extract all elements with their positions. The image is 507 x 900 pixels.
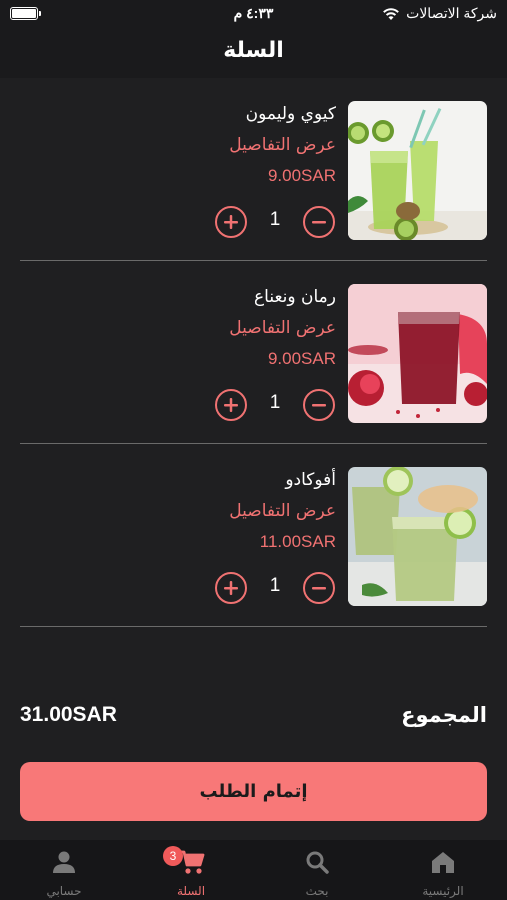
home-icon (432, 852, 454, 873)
tab-label: السلة (176, 884, 206, 898)
checkout-button[interactable]: إتمام الطلب (20, 762, 487, 821)
wifi-icon (382, 7, 400, 21)
cart-badge: 3 (163, 846, 183, 866)
item-info: كيوي وليمون عرض التفاصيل 9.00SAR (229, 100, 336, 192)
item-info: أفوكادو عرض التفاصيل 11.00SAR (229, 466, 336, 558)
cart-item: كيوي وليمون عرض التفاصيل 9.00SAR 1 (0, 78, 507, 261)
item-price: 11.00SAR (259, 532, 336, 551)
tab-bar: الرئيسية بحث 3 السلة حسابي (0, 840, 507, 900)
status-carrier: شركة الاتصالات (382, 5, 497, 22)
divider (20, 626, 487, 627)
quantity-stepper: 1 (215, 389, 335, 423)
total-value: 31.00SAR (20, 703, 117, 726)
page-title: السلة (223, 38, 284, 63)
tab-cart[interactable]: 3 السلة (141, 846, 241, 898)
plus-icon (224, 215, 238, 229)
search-icon (306, 851, 329, 874)
item-price: 9.00SAR (267, 166, 336, 185)
quantity-stepper: 1 (215, 206, 335, 240)
cart-item: رمان ونعناع عرض التفاصيل 9.00SAR 1 (0, 261, 507, 444)
tab-home[interactable]: الرئيسية (393, 846, 493, 898)
total-label: المجموع (401, 703, 487, 727)
increase-quantity-button[interactable] (215, 572, 247, 604)
header: السلة (0, 28, 507, 78)
plus-icon (224, 581, 238, 595)
total-row: المجموع 31.00SAR (20, 703, 487, 735)
carrier-name: شركة الاتصالات (406, 5, 497, 21)
kiwi-lemon-juice-image[interactable] (348, 101, 487, 240)
quantity-stepper: 1 (215, 572, 335, 606)
increase-quantity-button[interactable] (215, 206, 247, 238)
view-details-link[interactable]: عرض التفاصيل (229, 128, 336, 160)
avocado-juice-image[interactable] (348, 467, 487, 606)
tab-search[interactable]: بحث (267, 846, 367, 898)
status-bar: ٤:٣٣ م شركة الاتصالات (0, 0, 507, 28)
item-name: كيوي وليمون (245, 104, 336, 124)
item-info: رمان ونعناع عرض التفاصيل 9.00SAR (229, 283, 336, 375)
item-name: رمان ونعناع (254, 287, 336, 307)
tab-account[interactable]: حسابي (14, 846, 114, 898)
tab-label: حسابي (46, 884, 82, 898)
pomegranate-mint-juice-image[interactable] (348, 284, 487, 423)
view-details-link[interactable]: عرض التفاصيل (229, 311, 336, 343)
tab-label: الرئيسية (422, 884, 464, 898)
plus-icon (224, 398, 238, 412)
person-icon (53, 851, 75, 873)
increase-quantity-button[interactable] (215, 389, 247, 421)
item-name: أفوكادو (285, 470, 336, 490)
cart-item: أفوكادو عرض التفاصيل 11.00SAR 1 (0, 444, 507, 627)
cart-list: كيوي وليمون عرض التفاصيل 9.00SAR 1 رمان … (0, 78, 507, 627)
item-price: 9.00SAR (267, 349, 336, 368)
view-details-link[interactable]: عرض التفاصيل (229, 494, 336, 526)
tab-label: بحث (305, 884, 329, 898)
